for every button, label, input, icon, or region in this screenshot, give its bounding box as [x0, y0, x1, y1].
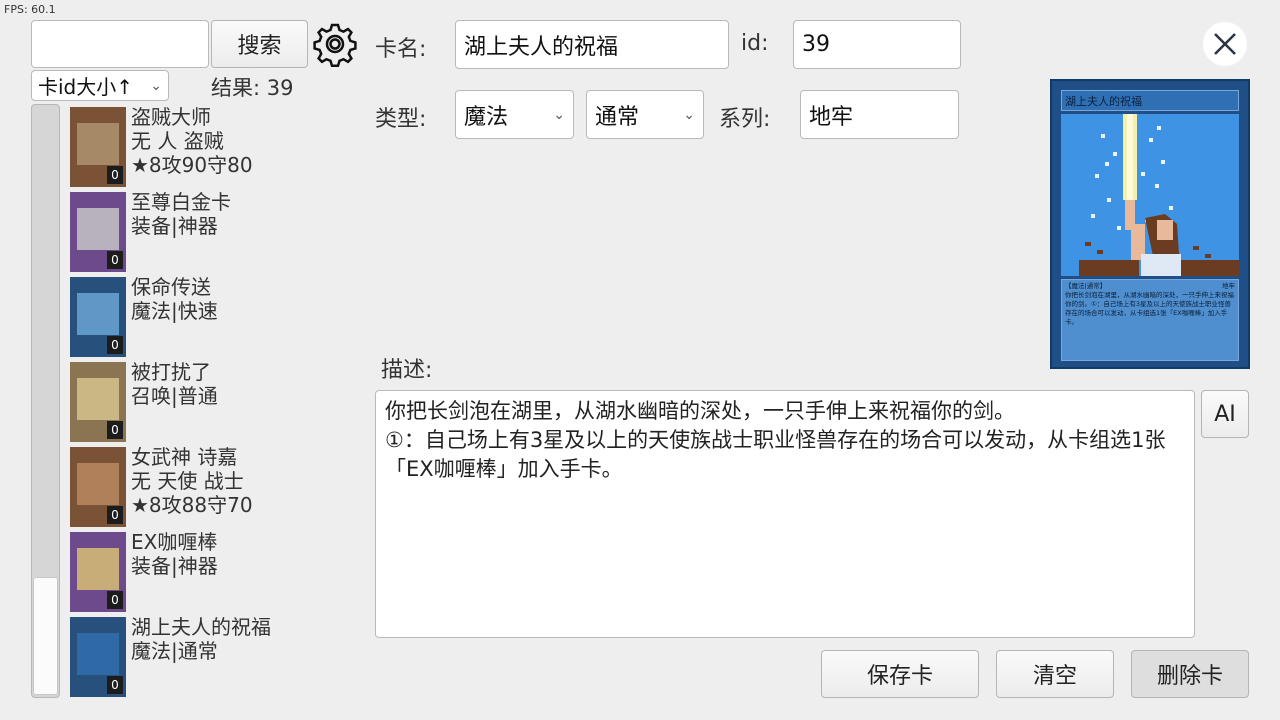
card-count-badge: 0 — [107, 421, 123, 439]
card-list-item-name: 女武神 诗嘉 — [131, 445, 238, 469]
card-count-badge: 0 — [107, 506, 123, 524]
card-list-item-type: 魔法|通常 — [131, 639, 218, 663]
card-list-item-stats: ★8攻88守70 — [131, 493, 253, 517]
card-list-item-text: 保命传送 魔法|快速 — [131, 275, 218, 323]
card-preview: 湖上夫人的祝福 【魔法|通常】 地牢 你把长剑泡在湖里，从湖水幽暗的深处，一只手… — [1050, 79, 1250, 369]
card-thumbnail: 0 — [70, 277, 126, 357]
close-button[interactable] — [1203, 22, 1247, 66]
card-list-item-type: 召唤|普通 — [131, 384, 218, 408]
type-select-value: 魔法 — [464, 104, 509, 130]
card-list-item[interactable]: 0 至尊白金卡 装备|神器 — [70, 190, 360, 272]
card-count-badge: 0 — [107, 251, 123, 269]
card-list-item-name: 被打扰了 — [131, 360, 211, 384]
card-list-item-text: 至尊白金卡 装备|神器 — [131, 190, 231, 238]
preview-title: 湖上夫人的祝福 — [1061, 90, 1239, 111]
subtype-select[interactable]: 通常 ⌄ — [586, 90, 704, 139]
delete-card-button[interactable]: 删除卡 — [1131, 650, 1249, 698]
card-list-item-text: EX咖喱棒 装备|神器 — [131, 530, 218, 578]
card-list-item[interactable]: 0 保命传送 魔法|快速 — [70, 275, 360, 357]
card-thumbnail: 0 — [70, 532, 126, 612]
card-list-item[interactable]: 0 被打扰了 召唤|普通 — [70, 360, 360, 442]
type-select[interactable]: 魔法 ⌄ — [455, 90, 574, 139]
sort-select[interactable]: 卡id大小↑ ⌄ — [31, 70, 169, 101]
scrollbar-thumb[interactable] — [33, 577, 58, 695]
card-list-item-name: 盗贼大师 — [131, 105, 211, 129]
card-id-field[interactable]: 39 — [793, 20, 961, 69]
card-list-item-text: 湖上夫人的祝福 魔法|通常 — [131, 615, 271, 663]
card-thumbnail: 0 — [70, 447, 126, 527]
list-scrollbar[interactable] — [31, 104, 60, 698]
card-thumbnail: 0 — [70, 617, 126, 697]
chevron-down-icon: ⌄ — [150, 77, 162, 94]
chevron-down-icon: ⌄ — [683, 106, 695, 123]
card-list-item-text: 盗贼大师无 人 盗贼 ★8攻90守80 — [131, 105, 253, 177]
card-list-item[interactable]: 0 盗贼大师无 人 盗贼 ★8攻90守80 — [70, 105, 360, 187]
preview-text-box: 【魔法|通常】 地牢 你把长剑泡在湖里，从湖水幽暗的深处，一只手伸上来祝福你的剑… — [1061, 279, 1239, 361]
search-button[interactable]: 搜索 — [211, 20, 308, 68]
description-label: 描述: — [381, 358, 433, 383]
card-thumbnail-art — [77, 208, 119, 250]
ai-button[interactable]: AI — [1201, 390, 1249, 438]
card-list-item-name: EX咖喱棒 — [131, 530, 218, 554]
sort-select-value: 卡id大小↑ — [38, 75, 134, 99]
fps-counter: FPS: 60.1 — [4, 3, 56, 16]
card-thumbnail: 0 — [70, 362, 126, 442]
close-icon — [1214, 33, 1236, 55]
card-thumbnail: 0 — [70, 107, 126, 187]
card-list-item[interactable]: 0 湖上夫人的祝福 魔法|通常 — [70, 615, 360, 697]
card-count-badge: 0 — [107, 336, 123, 354]
card-list-item-type: 装备|神器 — [131, 214, 218, 238]
preview-type-tag: 【魔法|通常】 — [1065, 282, 1107, 290]
card-thumbnail-art — [77, 633, 119, 675]
card-list-item-stats: ★8攻90守80 — [131, 153, 253, 177]
card-thumbnail-art — [77, 378, 119, 420]
clear-button[interactable]: 清空 — [996, 650, 1114, 698]
search-input[interactable] — [31, 20, 209, 68]
card-list-item-name: 保命传送 — [131, 275, 211, 299]
card-thumbnail-art — [77, 123, 119, 165]
chevron-down-icon: ⌄ — [553, 106, 565, 123]
card-list-item-name: 湖上夫人的祝福 — [131, 615, 271, 639]
card-list-item-type: 无 天使 战士 — [131, 469, 244, 493]
result-count: 结果: 39 — [211, 76, 294, 100]
id-label: id: — [741, 31, 769, 56]
preview-artwork — [1061, 114, 1239, 276]
preview-description: 你把长剑泡在湖里，从湖水幽暗的深处，一只手伸上来祝福你的剑。①：自己场上有3星及… — [1065, 291, 1234, 326]
card-thumbnail-art — [77, 548, 119, 590]
name-label: 卡名: — [375, 37, 427, 62]
series-field[interactable]: 地牢 — [800, 90, 959, 139]
description-textarea[interactable]: 你把长剑泡在湖里，从湖水幽暗的深处，一只手伸上来祝福你的剑。 ①：自己场上有3星… — [375, 390, 1195, 638]
card-list-item-type: 装备|神器 — [131, 554, 218, 578]
card-name-field[interactable]: 湖上夫人的祝福 — [455, 20, 729, 69]
card-thumbnail-art — [77, 463, 119, 505]
card-count-badge: 0 — [107, 676, 123, 694]
preview-corner: 地牢 — [1222, 282, 1235, 290]
card-thumbnail-art — [77, 293, 119, 335]
card-count-badge: 0 — [107, 166, 123, 184]
card-list-item-text: 女武神 诗嘉无 天使 战士 ★8攻88守70 — [131, 445, 253, 517]
card-list-item[interactable]: 0 女武神 诗嘉无 天使 战士 ★8攻88守70 — [70, 445, 360, 527]
gear-icon[interactable] — [311, 20, 359, 68]
card-list-item-name: 至尊白金卡 — [131, 190, 231, 214]
series-label: 系列: — [719, 107, 771, 132]
type-label: 类型: — [375, 107, 427, 132]
card-list-item-type: 无 人 盗贼 — [131, 129, 224, 153]
card-thumbnail: 0 — [70, 192, 126, 272]
card-list-item-type: 魔法|快速 — [131, 299, 218, 323]
card-list-item[interactable]: 0 EX咖喱棒 装备|神器 — [70, 530, 360, 612]
subtype-select-value: 通常 — [595, 104, 640, 130]
card-list-item-text: 被打扰了 召唤|普通 — [131, 360, 218, 408]
save-card-button[interactable]: 保存卡 — [821, 650, 979, 698]
card-count-badge: 0 — [107, 591, 123, 609]
